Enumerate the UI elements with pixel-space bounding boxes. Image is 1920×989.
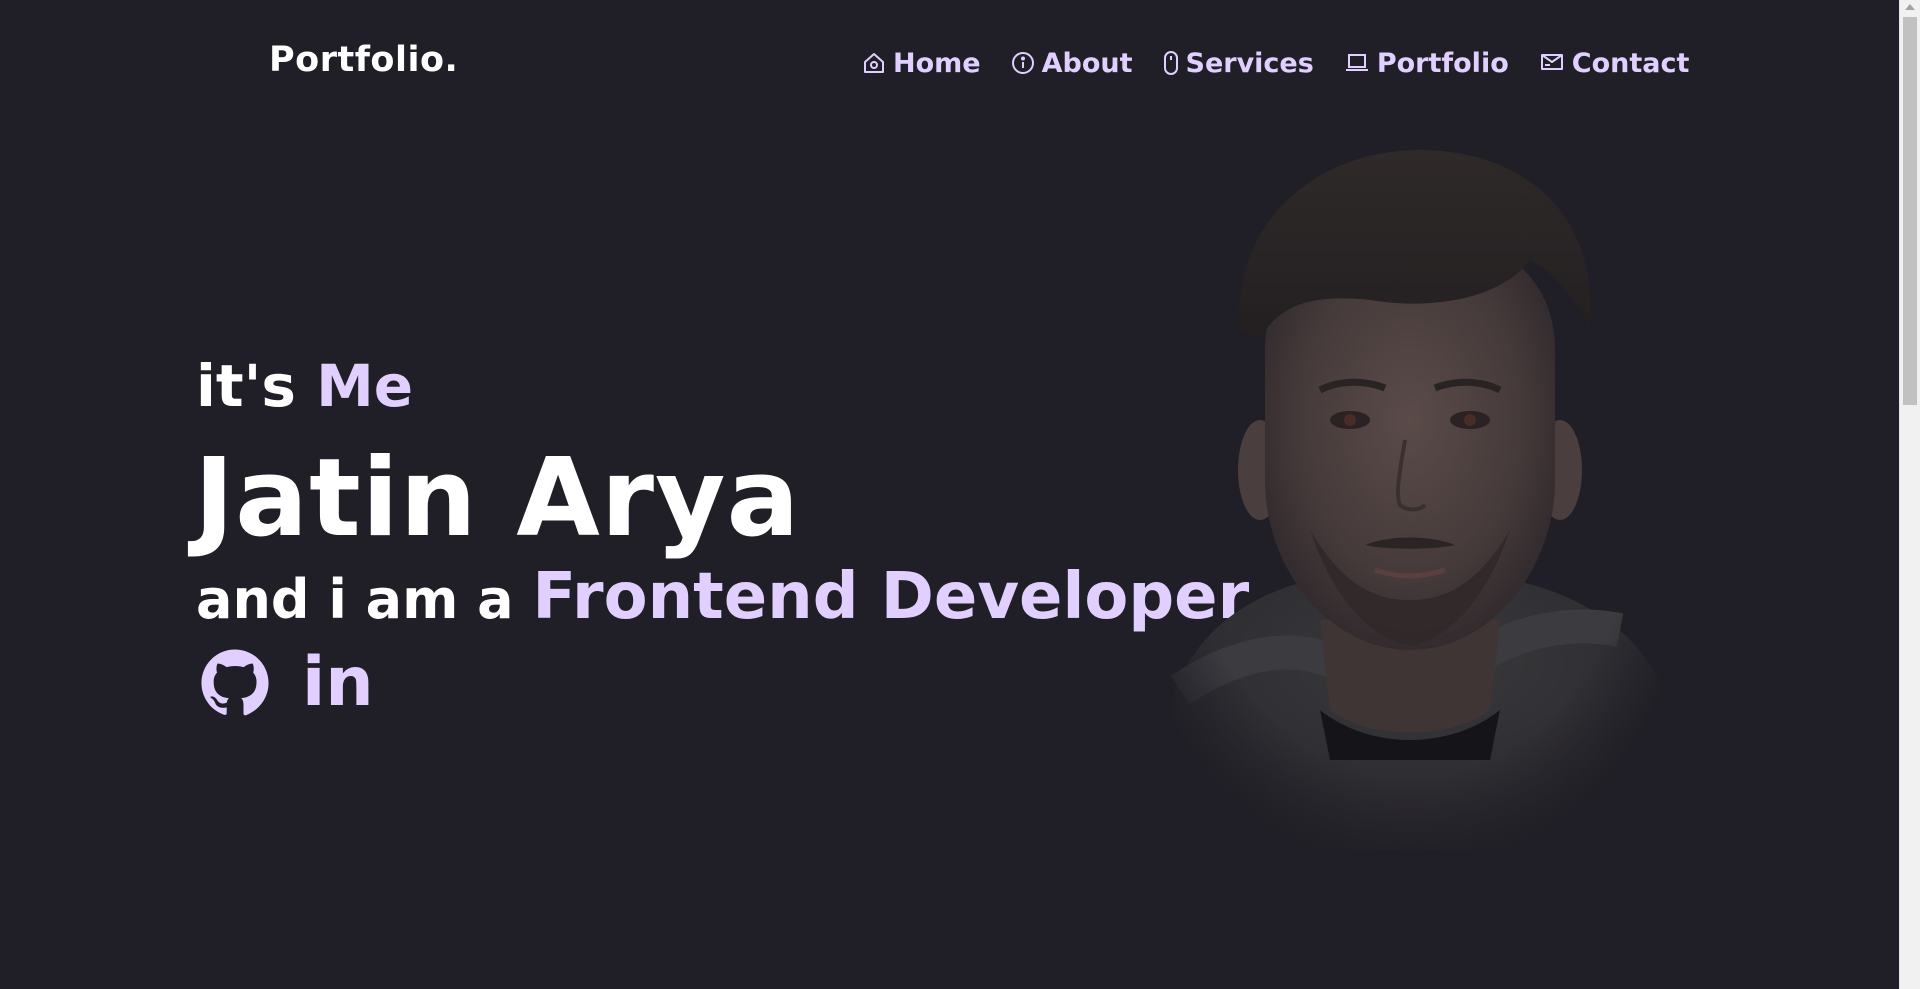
site-logo[interactable]: Portfolio.	[269, 40, 458, 80]
site-header: Portfolio. Home About Services Portfolio…	[0, 0, 1899, 126]
home-icon	[864, 53, 884, 73]
page: Portfolio. Home About Services Portfolio…	[0, 0, 1899, 989]
hero-role-prefix: and i am a	[196, 568, 533, 631]
hero-name: Jatin Arya	[194, 436, 801, 561]
vertical-scrollbar[interactable]	[1899, 0, 1920, 989]
scrollbar-thumb[interactable]	[1903, 17, 1917, 405]
nav-item-label: Contact	[1571, 47, 1690, 79]
hero-intro-prefix: it's	[196, 352, 317, 420]
mail-icon	[1540, 54, 1563, 70]
social-links: in	[200, 648, 374, 718]
nav-item-contact[interactable]: Contact	[1539, 47, 1690, 79]
hero-intro-accent: Me	[316, 352, 414, 420]
scroll-up-icon[interactable]	[1905, 4, 1915, 10]
linkedin-icon: in	[302, 643, 374, 722]
nav-item-label: Portfolio	[1376, 47, 1509, 79]
nav-item-label: Home	[893, 47, 981, 79]
nav-item-label: Services	[1185, 47, 1314, 79]
nav-item-portfolio[interactable]: Portfolio	[1344, 48, 1509, 79]
profile-photo	[1170, 150, 1670, 850]
main-nav: Home About Services Portfolio Contact	[862, 46, 1689, 80]
nav-item-services[interactable]: Services	[1163, 48, 1314, 79]
nav-item-about[interactable]: About	[1011, 48, 1133, 79]
github-link[interactable]	[200, 648, 270, 718]
hero-intro: it's Me	[196, 352, 413, 420]
mouse-icon	[1163, 51, 1178, 75]
hero-role: Frontend Developer	[532, 560, 1250, 634]
hero-role-line: and i am a Frontend Developer	[196, 560, 1249, 634]
info-icon	[1011, 52, 1034, 74]
nav-item-home[interactable]: Home	[862, 48, 981, 79]
laptop-icon	[1345, 54, 1368, 71]
github-icon	[201, 649, 269, 716]
nav-item-label: About	[1041, 47, 1133, 79]
linkedin-link[interactable]: in	[302, 648, 374, 718]
